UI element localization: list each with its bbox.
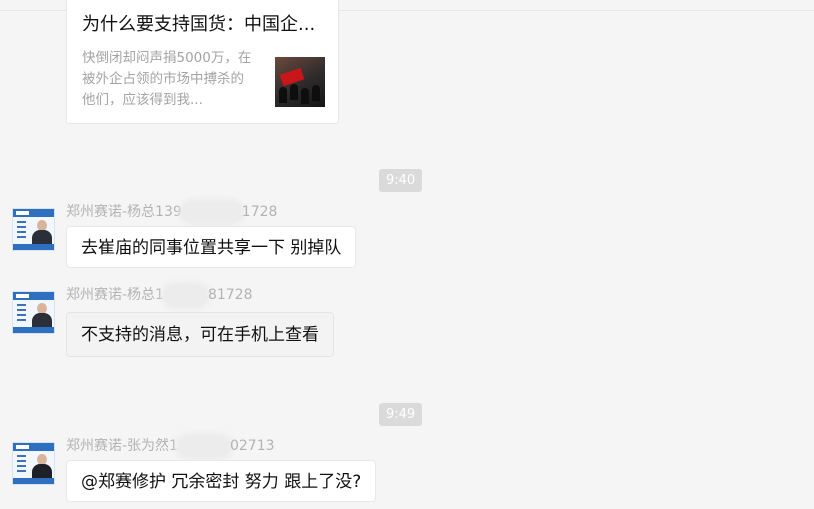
company-logo-icon [16, 294, 29, 298]
redaction-blur [178, 436, 229, 456]
person-icon [31, 303, 53, 330]
article-thumbnail [275, 57, 325, 107]
person-icon [31, 454, 53, 481]
person-icon [31, 220, 53, 247]
article-description: 快倒闭却闷声捐5000万，在被外企占领的市场中搏杀的他们，应该得到我... [82, 50, 252, 108]
unsupported-message-bubble[interactable]: 不支持的消息，可在手机上查看 [66, 312, 334, 357]
message-bubble[interactable]: @郑赛修护 冗余密封 努力 跟上了没? [66, 460, 377, 502]
message-bubble[interactable]: 去崔庙的同事位置共享一下 别掉队 [66, 226, 357, 268]
sender-name: 郑州赛诺-张为然1 02713 [66, 436, 275, 456]
sender-avatar[interactable] [12, 291, 55, 334]
message-timestamp: 9:49 [379, 403, 423, 426]
redaction-blur [164, 285, 207, 305]
figure-shape [301, 88, 309, 104]
redaction-blur [182, 202, 241, 222]
article-title: 为什么要支持国货：中国企... [82, 14, 316, 35]
company-logo-icon [16, 445, 29, 449]
sender-avatar[interactable] [12, 208, 55, 251]
message-timestamp: 9:40 [379, 169, 423, 192]
figure-shape [312, 85, 320, 101]
sender-name: 郑州赛诺-杨总139 1728 [66, 202, 278, 222]
figure-shape [290, 84, 298, 100]
article-card[interactable]: 为什么要支持国货：中国企... 快倒闭却闷声捐5000万，在被外企占领的市场中搏… [66, 0, 339, 124]
sender-name: 郑州赛诺-杨总1 81728 [66, 285, 253, 305]
company-logo-icon [16, 211, 29, 215]
figure-shape [279, 87, 287, 103]
sender-avatar[interactable] [12, 442, 55, 485]
